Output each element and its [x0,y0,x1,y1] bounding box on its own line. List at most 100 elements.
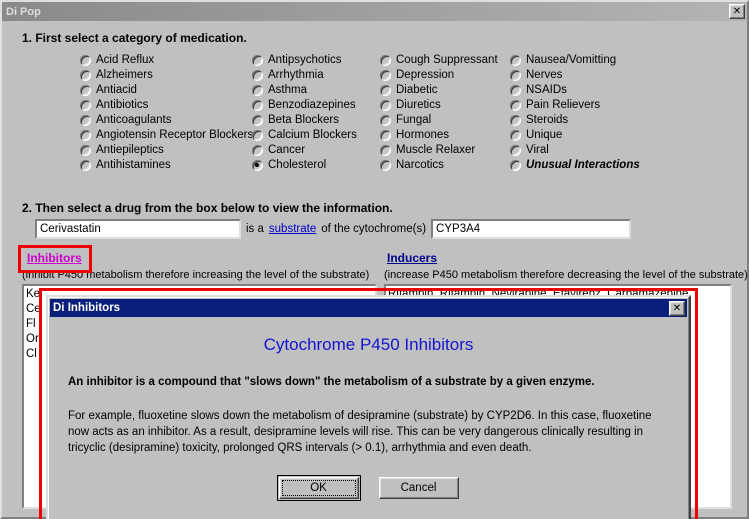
radio-indicator-icon [252,85,263,96]
step1-label: 1. First select a category of medication… [22,31,247,45]
radio-indicator-icon [510,145,521,156]
radio-asthma[interactable]: Asthma [252,83,380,98]
radio-diabetic[interactable]: Diabetic [380,83,510,98]
radio-label: Viral [526,144,549,156]
radio-indicator-icon [510,160,521,171]
drug-name-input[interactable] [35,219,241,239]
radio-fungal[interactable]: Fungal [380,113,510,128]
radio-hormones[interactable]: Hormones [380,128,510,143]
radio-nerves[interactable]: Nerves [510,68,650,83]
radio-indicator-icon [80,70,91,81]
radio-beta-blockers[interactable]: Beta Blockers [252,113,380,128]
radio-label: Fungal [396,114,432,126]
category-column-4: Nausea/Vomitting Nerves NSAIDs Pain Reli… [510,53,650,173]
radio-label: Antiepileptics [96,144,164,156]
radio-nausea-vomitting[interactable]: Nausea/Vomitting [510,53,650,68]
radio-label: Muscle Relaxer [396,144,476,156]
radio-muscle-relaxer[interactable]: Muscle Relaxer [380,143,510,158]
radio-indicator-icon [80,100,91,111]
radio-indicator-icon [252,145,263,156]
radio-label: Acid Reflux [96,54,155,66]
radio-label: Nerves [526,69,563,81]
radio-label: Calcium Blockers [268,129,357,141]
radio-indicator-icon [80,145,91,156]
inducers-subtitle: (increase P450 metabolism therefore decr… [384,269,748,281]
radio-indicator-icon [380,130,391,141]
radio-narcotics[interactable]: Narcotics [380,158,510,173]
radio-label: Diuretics [396,99,441,111]
radio-angiotensin-receptor-blockers[interactable]: Angiotensin Receptor Blockers [80,128,254,143]
radio-indicator-icon [252,55,263,66]
radio-depression[interactable]: Depression [380,68,510,83]
radio-arrhythmia[interactable]: Arrhythmia [252,68,380,83]
radio-label: Narcotics [396,159,444,171]
radio-calcium-blockers[interactable]: Calcium Blockers [252,128,380,143]
radio-label: Steroids [526,114,569,126]
radio-acid-reflux[interactable]: Acid Reflux [80,53,252,68]
dialog-paragraph: For example, fluoxetine slows down the m… [68,410,652,454]
dialog-bold-line: An inhibitor is a compound that "slows d… [68,376,595,388]
radio-label: Alzheimers [96,69,153,81]
category-column-1: Acid Reflux Alzheimers Antiacid Antibiot… [80,53,254,173]
radio-antiacid[interactable]: Antiacid [80,83,252,98]
radio-label: Antibiotics [96,99,149,111]
radio-unique[interactable]: Unique [510,128,650,143]
radio-viral[interactable]: Viral [510,143,650,158]
radio-indicator-icon [380,160,391,171]
radio-label: Anticoagulants [96,114,172,126]
inhibitors-subtitle: (inhibit P450 metabolism therefore incre… [22,269,370,281]
radio-label: Beta Blockers [268,114,339,126]
radio-nsaids[interactable]: NSAIDs [510,83,650,98]
is-a-text: is a [246,223,264,235]
radio-indicator-icon [510,55,521,66]
radio-indicator-icon [380,70,391,81]
radio-antipsychotics[interactable]: Antipsychotics [252,53,380,68]
dialog-close-button[interactable]: ✕ [669,300,685,316]
cancel-button[interactable]: Cancel [378,477,459,499]
radio-label: Angiotensin Receptor Blockers [96,129,254,141]
radio-cough-suppressant[interactable]: Cough Suppressant [380,53,510,68]
radio-unusual-interactions[interactable]: Unusual Interactions [510,158,650,173]
radio-cholesterol[interactable]: Cholesterol [252,158,380,173]
radio-benzodiazepines[interactable]: Benzodiazepines [252,98,380,113]
radio-antiepileptics[interactable]: Antiepileptics [80,143,252,158]
radio-indicator-icon [252,115,263,126]
radio-label: Asthma [268,84,307,96]
radio-indicator-icon [252,100,263,111]
ok-button[interactable]: OK [276,475,361,501]
radio-anticoagulants[interactable]: Anticoagulants [80,113,252,128]
window-close-button[interactable]: ✕ [729,4,745,19]
radio-steroids[interactable]: Steroids [510,113,650,128]
radio-indicator-icon [510,100,521,111]
drug-selection-row: is a substrate of the cytochrome(s) [35,219,632,239]
radio-label: Cancer [268,144,306,156]
window-client-area: 1. First select a category of medication… [2,21,748,519]
inhibitors-link[interactable]: Inhibitors [27,251,82,265]
substrate-link[interactable]: substrate [269,223,316,235]
radio-indicator-icon [80,85,91,96]
radio-antibiotics[interactable]: Antibiotics [80,98,252,113]
radio-antihistamines[interactable]: Antihistamines [80,158,252,173]
radio-cancer[interactable]: Cancer [252,143,380,158]
radio-label: Benzodiazepines [268,99,356,111]
category-column-3: Cough Suppressant Depression Diabetic Di… [380,53,510,173]
step2-label: 2. Then select a drug from the box below… [22,201,393,215]
cytochrome-input[interactable] [431,219,632,239]
radio-indicator-icon [80,55,91,66]
radio-indicator-icon [510,70,521,81]
inducers-link[interactable]: Inducers [387,251,437,265]
radio-label: Pain Relievers [526,99,601,111]
radio-label: Depression [396,69,455,81]
dialog-button-row: OK Cancel [48,475,689,501]
radio-label: Unusual Interactions [526,159,640,171]
radio-indicator-icon [380,145,391,156]
radio-alzheimers[interactable]: Alzheimers [80,68,252,83]
radio-indicator-icon [80,160,91,171]
radio-diuretics[interactable]: Diuretics [380,98,510,113]
main-window: Di Pop ✕ 1. First select a category of m… [0,0,749,519]
radio-label: Antiacid [96,84,137,96]
radio-indicator-icon [80,115,91,126]
radio-label: Diabetic [396,84,438,96]
radio-label: Arrhythmia [268,69,324,81]
radio-pain-relievers[interactable]: Pain Relievers [510,98,650,113]
